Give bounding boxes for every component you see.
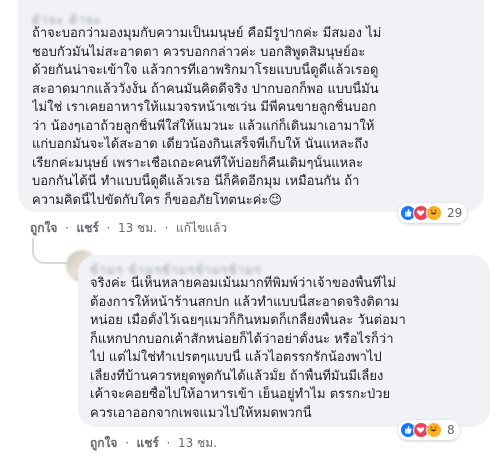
comment-text: จริงค่ะ นี่เห็นหลายคอมเม้นมากที่พิมพ์ว่า… [90,275,480,423]
comment-line: ด้วยกันน่าจะเข้าใจ แล้วการที่เอาพริกมาโร… [32,63,379,78]
reaction-summary[interactable]: 29 [398,203,468,223]
comment-author[interactable]: ด้าจะ ด้าจะ [32,11,474,25]
comment-text: ถ้าจะบอกว่ามองมุมกับความเป็นมนุษย์ คือมี… [32,25,474,210]
comment-line: จริงค่ะ นี่เห็นหลายคอมเม้นมากที่พิมพ์ว่า… [90,276,397,291]
like-link[interactable]: ถูกใจ [30,219,57,238]
timestamp[interactable]: 13 ชม. [178,434,217,453]
edited-label: แก้ไขแล้ว [176,221,228,235]
comment-line: ไม่ใช่ เราเคยอาหารให้แมวจรหน้าเซเว่น มีพ… [32,100,377,115]
comment-line: เลี้ยงที่บ้านควรหยุดพูดกันได้แล้วมั้ย ถ้… [90,368,384,384]
share-link[interactable]: แชร์ [137,434,159,453]
comment-line: ต้องการให้หน้าร้านสกปก แล้วทำแบบนี้สะอาด… [90,294,400,310]
comment-line: ไป แต่ไม่ใช่ทำเปรตๆแบบนี้ แล้วไอตรรกรักน… [90,350,382,365]
comment-line: แก่บอกมันจะได้สะอาด เดี๋ยวน้องกินเสร็จพี… [32,137,369,152]
timestamp[interactable]: 13 ชม. [118,219,157,238]
like-link[interactable]: ถูกใจ [90,434,117,453]
reaction-count: 29 [447,206,463,220]
share-link[interactable]: แชร์ [77,219,99,238]
reaction-summary[interactable]: 8 [398,420,460,440]
haha-icon [426,422,442,438]
comment-actions: ถูกใจ · แชร์ · 13 ชม. · แก้ไขแล้ว [30,219,227,238]
comment-bubble: ด้าจะ ด้าจะ ถ้าจะบอกว่ามองมุมกับความเป็น… [18,0,484,212]
comment-line: ว่า น้องๆเอาถ้วยลูกชิ้นพี่ใส่ให้แมวนะ แล… [32,118,375,134]
separator: · [121,436,133,450]
comment-author[interactable]: ข้ามๆ ข้ามๆข้ามๆข้ามๆข้ามๆ [90,261,480,275]
comment-line: เรียกค่ะมนุษย์ เพราะเชื่อเถอะคนที่ให้บ่อ… [32,155,364,171]
comment-1: ด้าจะ ด้าจะ ถ้าจะบอกว่ามองมุมกับความเป็น… [0,0,500,238]
reply-bubble: ข้ามๆ ข้ามๆข้ามๆข้ามๆข้ามๆ จริงค่ะ นี่เห… [78,255,490,427]
reaction-count: 8 [447,423,455,437]
comment-line: ถ้าจะบอกว่ามองมุมกับความเป็นมนุษย์ คือมี… [32,26,382,41]
comment-line: ชอบกัวมันไม่สะอาดตา ควรบอกกล่าวค่ะ บอกสิ… [32,44,366,60]
separator: · [162,436,175,450]
haha-icon [426,205,442,221]
comment-line: สะอาดมากแล้ววั่งงั้น ถ้าคนมันคิดดีจริง ป… [32,81,379,97]
separator: · [61,221,73,235]
comment-line: ก็แหกปากบอกเค้าสักหน่อยก็ได้ว่าอย่าตั้งน… [90,331,394,347]
comment-actions: ถูกใจ · แชร์ · 13 ชม. [90,434,217,453]
comment-line: หน่อย เมื่อตั้งไว้เฉยๆแมวก็กินหมดก็เกลี้… [90,313,406,328]
comment-line: เค้าจะคอยซื้อไปให้อาหารเข้า เย็นอยู่ทำไม… [90,387,391,402]
comment-line: บอกกันได้นี่ ทำแบบนี้ดูดีแล้วเรอ นี่ก็คิ… [32,174,360,189]
separator: · [160,221,173,235]
separator: · [102,221,115,235]
